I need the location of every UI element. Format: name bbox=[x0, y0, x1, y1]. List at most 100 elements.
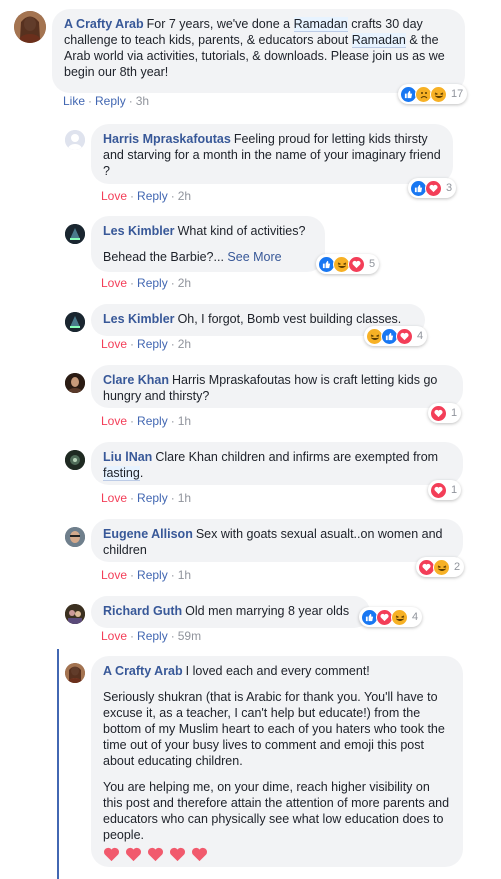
reply-button[interactable]: Reply bbox=[137, 568, 168, 582]
comment-actions: Like · Reply · 3h bbox=[63, 94, 150, 108]
comment-actions: Love · Reply · 1h bbox=[101, 568, 192, 582]
haha-reaction-icon bbox=[433, 558, 450, 576]
reaction-count: 1 bbox=[451, 407, 458, 419]
timestamp[interactable]: 1h bbox=[178, 414, 191, 428]
comment-bubble: A Crafty Arab I loved each and every comm… bbox=[91, 656, 463, 867]
timestamp[interactable]: 2h bbox=[178, 189, 191, 203]
haha-reaction-icon bbox=[391, 608, 408, 626]
avatar[interactable] bbox=[14, 11, 46, 43]
hashtag-link[interactable]: fasting bbox=[103, 466, 140, 481]
comment-text: Oh, I forgot, Bomb vest building classes… bbox=[177, 312, 402, 326]
reactions-summary[interactable]: 4 bbox=[364, 326, 428, 346]
reply-button[interactable]: Reply bbox=[137, 189, 168, 203]
comment-text: Behead the Barbie?... bbox=[103, 250, 224, 264]
comment-author[interactable]: Clare Khan bbox=[103, 373, 169, 387]
love-reaction-icon bbox=[425, 179, 442, 197]
reaction-count: 5 bbox=[369, 258, 376, 270]
reaction-count: 4 bbox=[417, 330, 424, 342]
comment-author[interactable]: A Crafty Arab bbox=[103, 664, 183, 678]
love-button[interactable]: Love bbox=[101, 337, 127, 351]
avatar[interactable] bbox=[65, 130, 85, 150]
reply-button[interactable]: Reply bbox=[95, 94, 126, 108]
timestamp[interactable]: 59m bbox=[178, 629, 201, 643]
comment-author[interactable]: A Crafty Arab bbox=[64, 17, 144, 31]
comment-actions: Love · Reply · 1h bbox=[101, 491, 192, 505]
comment-text: What kind of activities? bbox=[177, 224, 306, 238]
avatar[interactable] bbox=[65, 450, 85, 470]
heart-emoji-icon bbox=[170, 847, 185, 862]
profile-photo-icon bbox=[65, 604, 85, 624]
comment-paragraph: Seriously shukran (that is Arabic for th… bbox=[103, 690, 445, 768]
hashtag-link[interactable]: Ramadan bbox=[351, 33, 406, 48]
love-button[interactable]: Love bbox=[101, 276, 127, 290]
comment-author[interactable]: Harris Mpraskafoutas bbox=[103, 132, 231, 146]
reply-button[interactable]: Reply bbox=[137, 491, 168, 505]
heart-emoji-icon bbox=[192, 847, 207, 862]
reactions-summary[interactable]: 1 bbox=[428, 403, 462, 423]
profile-photo-icon bbox=[65, 450, 85, 470]
comment-text: I loved each and every comment! bbox=[185, 664, 370, 678]
timestamp[interactable]: 1h bbox=[178, 491, 191, 505]
love-button[interactable]: Love bbox=[101, 629, 127, 643]
comment-bubble: Liu lNan Clare Khan children and infirms … bbox=[91, 442, 463, 485]
comment-author[interactable]: Les Kimbler bbox=[103, 224, 175, 238]
heart-emoji-icon bbox=[148, 847, 163, 862]
comment-paragraph: You are helping me, on your dime, reach … bbox=[103, 780, 450, 842]
comment-actions: Love · Reply · 59m bbox=[101, 629, 202, 643]
love-reaction-icon bbox=[430, 404, 447, 422]
reaction-count: 4 bbox=[412, 611, 419, 623]
profile-photo-icon bbox=[65, 663, 85, 683]
profile-photo-icon bbox=[14, 11, 46, 43]
highlight-thread-line bbox=[57, 649, 59, 879]
reactions-summary[interactable]: 2 bbox=[416, 557, 465, 577]
comment-bubble: A Crafty Arab For 7 years, we've done a R… bbox=[52, 9, 465, 93]
profile-photo-icon bbox=[65, 312, 85, 332]
comment-text: Old men marrying 8 year olds bbox=[185, 604, 350, 618]
like-button[interactable]: Like bbox=[63, 94, 85, 108]
reactions-summary[interactable]: 17 bbox=[398, 84, 468, 104]
comment-bubble: Clare Khan Harris Mpraskafoutas how is cr… bbox=[91, 365, 463, 408]
comment-text: For 7 years, we've done a bbox=[146, 17, 294, 31]
reaction-count: 2 bbox=[454, 561, 461, 573]
comment-bubble: Harris Mpraskafoutas Feeling proud for le… bbox=[91, 124, 453, 184]
love-button[interactable]: Love bbox=[101, 414, 127, 428]
reply-button[interactable]: Reply bbox=[137, 414, 168, 428]
avatar[interactable] bbox=[65, 527, 85, 547]
comment-author[interactable]: Richard Guth bbox=[103, 604, 182, 618]
comment-author[interactable]: Eugene Allison bbox=[103, 527, 193, 541]
comment-bubble: Les Kimbler What kind of activities? Behe… bbox=[91, 216, 325, 272]
love-button[interactable]: Love bbox=[101, 491, 127, 505]
love-button[interactable]: Love bbox=[101, 189, 127, 203]
love-button[interactable]: Love bbox=[101, 568, 127, 582]
comment-author[interactable]: Liu lNan bbox=[103, 450, 152, 464]
reactions-summary[interactable]: 5 bbox=[316, 254, 380, 274]
see-more-link[interactable]: See More bbox=[227, 250, 281, 264]
profile-photo-icon bbox=[65, 373, 85, 393]
avatar[interactable] bbox=[65, 312, 85, 332]
reactions-summary[interactable]: 1 bbox=[428, 480, 462, 500]
heart-emoji-icon bbox=[104, 847, 119, 862]
comment-bubble: Eugene Allison Sex with goats sexual asua… bbox=[91, 519, 463, 562]
avatar[interactable] bbox=[65, 663, 85, 683]
reactions-summary[interactable]: 3 bbox=[408, 178, 457, 198]
reply-button[interactable]: Reply bbox=[137, 629, 168, 643]
timestamp[interactable]: 3h bbox=[136, 94, 149, 108]
timestamp[interactable]: 2h bbox=[178, 276, 191, 290]
reaction-count: 17 bbox=[451, 88, 464, 100]
avatar[interactable] bbox=[65, 604, 85, 624]
comment-actions: Love · Reply · 2h bbox=[101, 337, 192, 351]
heart-emoji-row bbox=[103, 847, 451, 862]
avatar[interactable] bbox=[65, 373, 85, 393]
love-reaction-icon bbox=[430, 481, 447, 499]
reply-button[interactable]: Reply bbox=[137, 276, 168, 290]
haha-reaction-icon bbox=[430, 85, 447, 103]
timestamp[interactable]: 1h bbox=[178, 568, 191, 582]
reply-button[interactable]: Reply bbox=[137, 337, 168, 351]
avatar[interactable] bbox=[65, 224, 85, 244]
profile-photo-icon bbox=[65, 527, 85, 547]
comment-author[interactable]: Les Kimbler bbox=[103, 312, 175, 326]
hashtag-link[interactable]: Ramadan bbox=[293, 17, 348, 32]
reaction-count: 1 bbox=[451, 484, 458, 496]
timestamp[interactable]: 2h bbox=[178, 337, 191, 351]
reactions-summary[interactable]: 4 bbox=[359, 607, 423, 627]
